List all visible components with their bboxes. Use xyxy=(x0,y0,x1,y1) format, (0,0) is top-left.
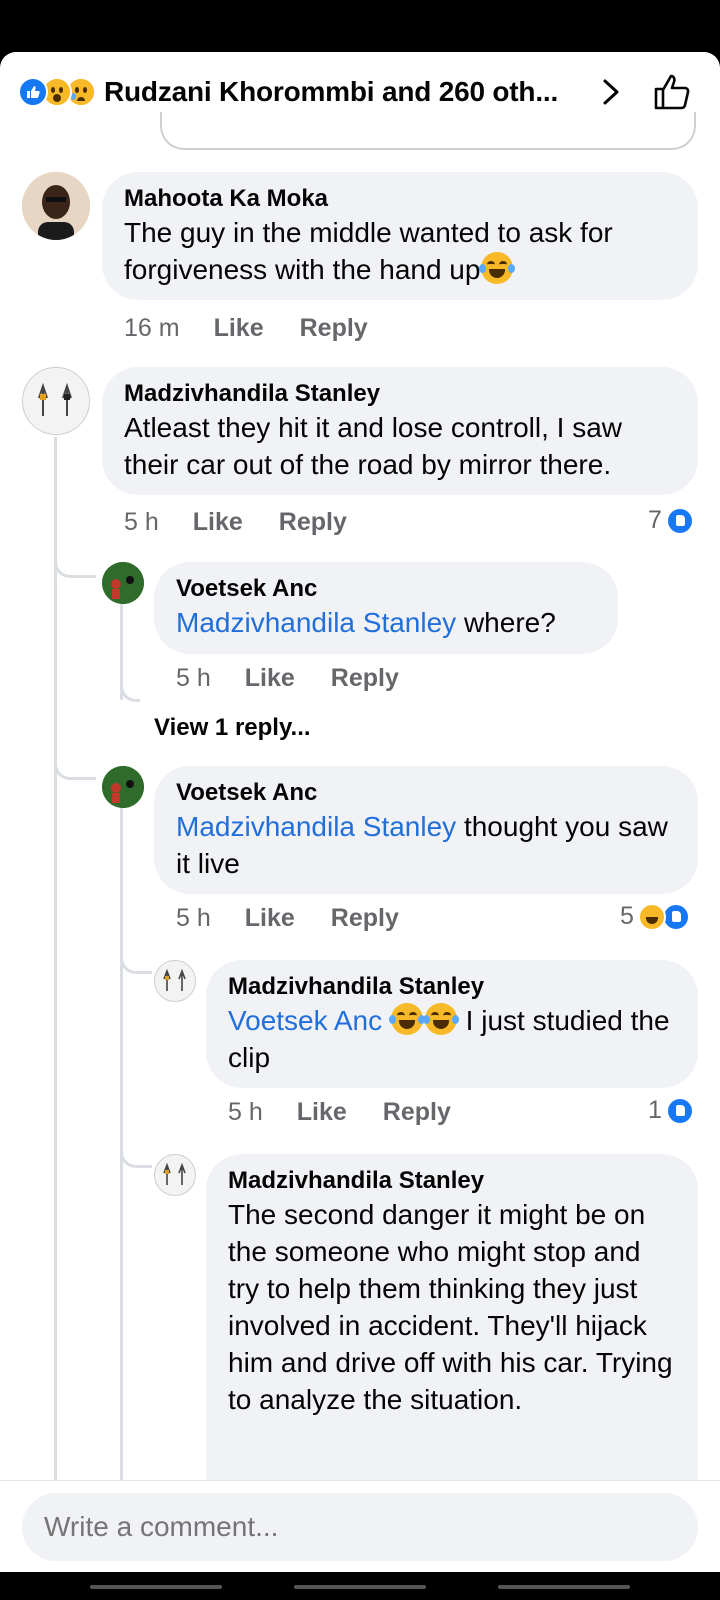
like-button[interactable]: Like xyxy=(245,904,295,933)
reply-text: Voetsek Anc I just studied the clip xyxy=(228,1003,670,1073)
reply-time: 5 h xyxy=(176,904,211,932)
reply-time: 5 h xyxy=(176,664,211,692)
rofl-emoji xyxy=(422,1003,459,1035)
thread-connector xyxy=(54,542,96,578)
comment-input[interactable] xyxy=(22,1493,698,1561)
reaction-count[interactable]: 1 xyxy=(648,1096,694,1125)
like-button[interactable]: Like xyxy=(297,1098,347,1127)
reply-actions: 5 h Like Reply xyxy=(176,904,435,933)
comments-sheet: Rudzani Khorommbi and 260 oth... Mahoota… xyxy=(0,52,720,1572)
thread-connector xyxy=(120,1132,152,1168)
thread-connector xyxy=(54,744,96,780)
reply-button[interactable]: Reply xyxy=(383,1098,451,1127)
mention-link[interactable]: Madzivhandila Stanley xyxy=(176,811,456,842)
avatar[interactable] xyxy=(154,960,196,1002)
comment-text: The guy in the middle wanted to ask for … xyxy=(124,217,613,285)
navigation-bar xyxy=(0,1572,720,1600)
comment-author[interactable]: Madzivhandila Stanley xyxy=(124,379,676,409)
reaction-count[interactable]: 5 xyxy=(620,902,690,931)
nav-handle[interactable] xyxy=(294,1585,426,1589)
avatar[interactable] xyxy=(102,766,144,808)
reply-bubble[interactable]: Voetsek Anc Madzivhandila Stanley though… xyxy=(154,766,698,894)
avatar[interactable] xyxy=(22,367,90,435)
like-icon xyxy=(665,1096,694,1125)
reactions-summary[interactable]: Rudzani Khorommbi and 260 oth... xyxy=(104,76,558,108)
thread-connector xyxy=(120,680,140,702)
comment-time: 5 h xyxy=(124,508,159,536)
chevron-right-icon[interactable] xyxy=(600,78,622,106)
comment-bubble[interactable]: Mahoota Ka Moka The guy in the middle wa… xyxy=(102,172,698,300)
comment-text: Atleast they hit it and lose controll, I… xyxy=(124,412,623,480)
reply-time: 5 h xyxy=(228,1098,263,1126)
reply-author[interactable]: Voetsek Anc xyxy=(176,778,676,808)
comment-time: 16 m xyxy=(124,314,180,342)
nav-handle[interactable] xyxy=(90,1585,222,1589)
like-button[interactable]: Like xyxy=(245,664,295,693)
like-icon xyxy=(665,506,694,535)
comment-composer xyxy=(0,1480,720,1572)
reaction-icons xyxy=(18,77,96,107)
reaction-count-value: 5 xyxy=(620,902,634,930)
nav-handle[interactable] xyxy=(498,1585,630,1589)
reply-text: Madzivhandila Stanley where? xyxy=(176,607,556,638)
avatar[interactable] xyxy=(154,1154,196,1196)
mention-link[interactable]: Madzivhandila Stanley xyxy=(176,607,456,638)
comment-author[interactable]: Mahoota Ka Moka xyxy=(124,184,676,214)
comment-bubble[interactable]: Madzivhandila Stanley Atleast they hit i… xyxy=(102,367,698,495)
reply-button[interactable]: Reply xyxy=(331,904,399,933)
reaction-count-value: 1 xyxy=(648,1096,662,1124)
reply-actions: 5 h Like Reply xyxy=(176,664,435,693)
reply-actions: 5 h Like Reply xyxy=(228,1098,487,1127)
tears-of-joy-emoji xyxy=(479,252,516,284)
status-bar xyxy=(0,0,720,52)
reaction-count[interactable]: 7 xyxy=(648,506,694,535)
thread-connector xyxy=(120,938,152,974)
avatar[interactable] xyxy=(22,172,90,240)
like-button[interactable]: Like xyxy=(193,508,243,537)
haha-icon xyxy=(637,902,666,931)
reply-button[interactable]: Reply xyxy=(331,664,399,693)
like-button[interactable]: Like xyxy=(214,314,264,343)
reply-text: Madzivhandila Stanley thought you saw it… xyxy=(176,811,668,879)
like-thumb-icon[interactable] xyxy=(652,72,692,112)
reaction-count-value: 7 xyxy=(648,506,662,534)
reply-text: The second danger it might be on the som… xyxy=(228,1199,673,1415)
thread-line xyxy=(54,437,57,1480)
reply-button[interactable]: Reply xyxy=(279,508,347,537)
reply-bubble[interactable]: Madzivhandila Stanley The second danger … xyxy=(206,1154,698,1514)
reply-author[interactable]: Voetsek Anc xyxy=(176,574,596,604)
previous-comment-edge xyxy=(160,112,696,150)
reply-author[interactable]: Madzivhandila Stanley xyxy=(228,972,676,1002)
rofl-emoji xyxy=(388,1003,425,1035)
avatar[interactable] xyxy=(102,562,144,604)
like-icon xyxy=(18,77,48,107)
like-icon xyxy=(661,902,690,931)
reply-bubble[interactable]: Voetsek Anc Madzivhandila Stanley where? xyxy=(154,562,618,654)
comment-actions: 5 h Like Reply xyxy=(124,508,383,537)
mention-link[interactable]: Voetsek Anc xyxy=(228,1005,382,1036)
reply-bubble[interactable]: Madzivhandila Stanley Voetsek Anc I just… xyxy=(206,960,698,1088)
reply-author[interactable]: Madzivhandila Stanley xyxy=(228,1166,676,1196)
view-replies-link[interactable]: View 1 reply... xyxy=(154,714,311,742)
reply-button[interactable]: Reply xyxy=(300,314,368,343)
comment-actions: 16 m Like Reply xyxy=(124,314,404,343)
